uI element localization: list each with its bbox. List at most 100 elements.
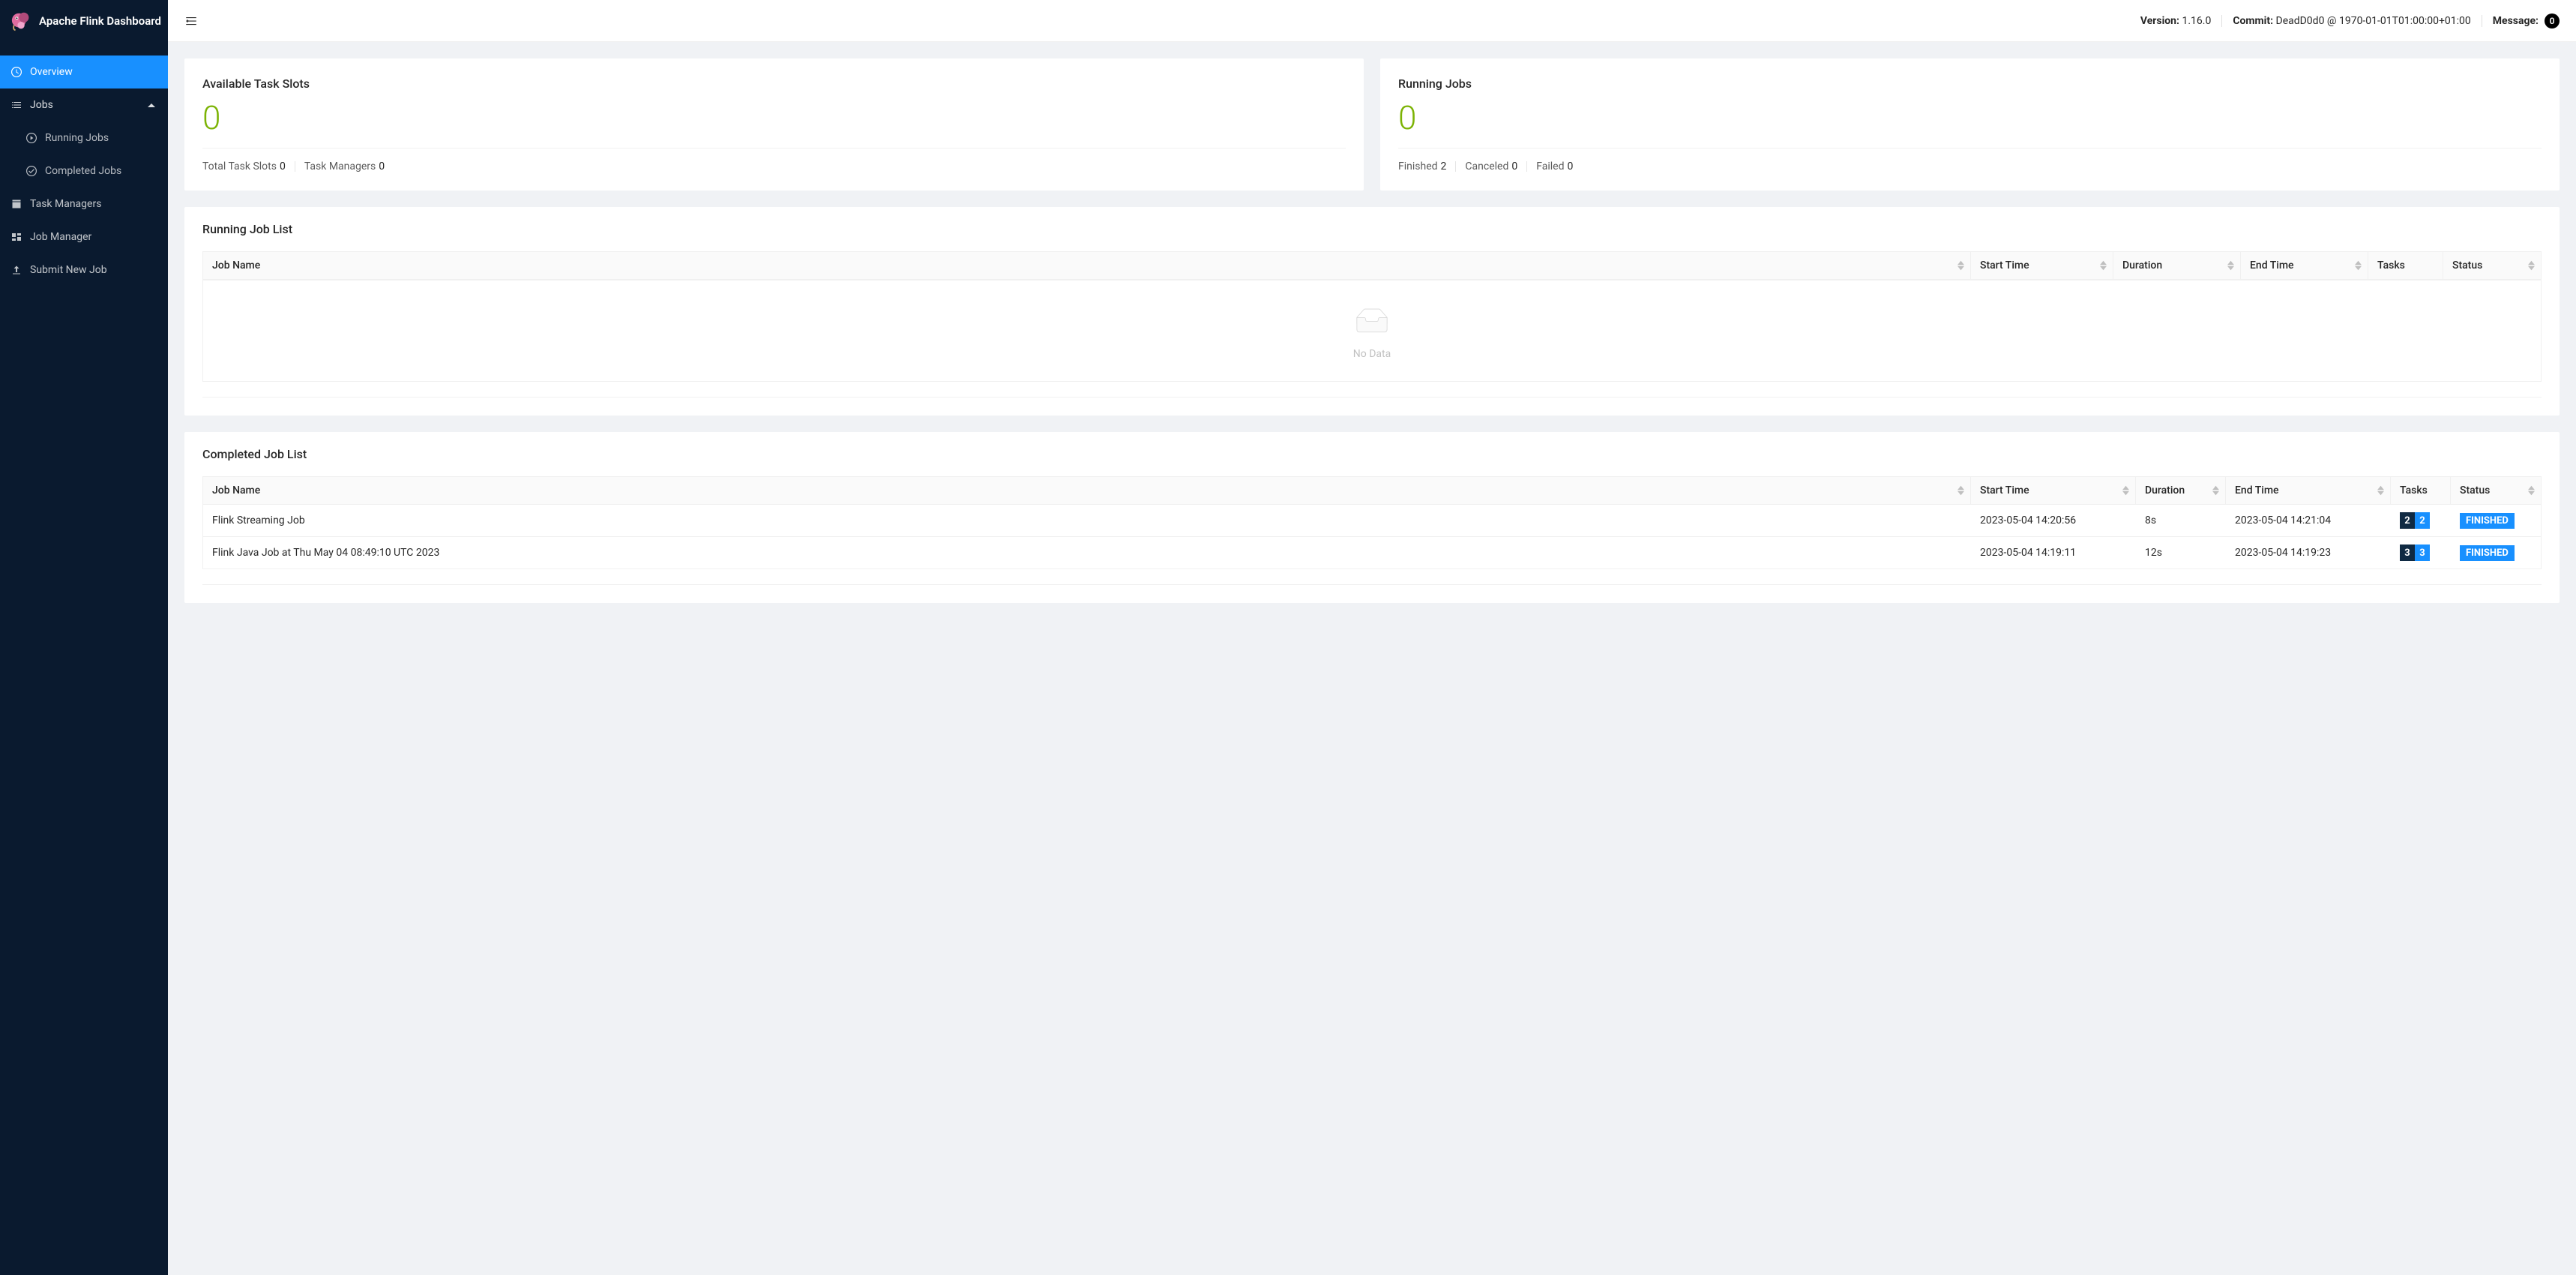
- sidebar-item-label: Job Manager: [30, 231, 91, 243]
- sort-icon: [2227, 261, 2234, 271]
- card-available-slots: Available Task Slots 0 Total Task Slots0…: [184, 58, 1364, 190]
- chevron-up-icon: [145, 99, 157, 111]
- cell-duration: 12s: [2136, 537, 2226, 568]
- cell-duration: 8s: [2136, 505, 2226, 537]
- sort-icon: [2377, 486, 2384, 496]
- task-badge-finished: 2: [2415, 512, 2430, 529]
- sidebar-item-label: Submit New Job: [30, 264, 107, 276]
- play-circle-icon: [25, 132, 37, 144]
- topbar-info: Version: 1.16.0 Commit: DeadD0d0 @ 1970-…: [2140, 14, 2560, 28]
- running-jobs-value: 0: [1398, 97, 2542, 148]
- upload-icon: [10, 264, 22, 276]
- task-managers-value: 0: [379, 160, 385, 172]
- panel-title: Running Job List: [184, 207, 2560, 244]
- cell-tasks: 3 3: [2391, 537, 2451, 568]
- col-duration[interactable]: Duration: [2113, 252, 2241, 280]
- dashboard-icon: [10, 66, 22, 78]
- schedule-icon: [10, 198, 22, 210]
- sidebar-item-task-managers[interactable]: Task Managers: [0, 188, 168, 220]
- sidebar-item-label: Completed Jobs: [45, 165, 121, 177]
- empty-text: No Data: [203, 348, 2541, 360]
- col-status[interactable]: Status: [2451, 477, 2541, 505]
- empty-box-icon: [1351, 308, 1393, 338]
- commit-value: DeadD0d0 @ 1970-01-01T01:00:00+01:00: [2276, 15, 2471, 27]
- cell-end-time: 2023-05-04 14:19:23: [2226, 537, 2391, 568]
- finished-value: 2: [1441, 160, 1447, 172]
- menu-fold-icon[interactable]: [184, 14, 198, 28]
- version-value: 1.16.0: [2182, 15, 2211, 27]
- card-title: Running Jobs: [1398, 76, 2542, 91]
- sidebar: Apache Flink Dashboard Overview Jobs: [0, 0, 168, 1275]
- build-icon: [10, 231, 22, 243]
- sidebar-item-label: Running Jobs: [45, 132, 109, 144]
- sidebar-item-label: Overview: [30, 66, 73, 78]
- sidebar-item-job-manager[interactable]: Job Manager: [0, 220, 168, 254]
- task-badges: 2 2: [2400, 512, 2430, 529]
- col-start-time[interactable]: Start Time: [1971, 477, 2136, 505]
- running-jobs-table: Job Name Start Time Duration End Time Ta…: [202, 251, 2542, 280]
- panel-running-job-list: Running Job List Job Name Start Time Dur…: [184, 207, 2560, 416]
- col-tasks[interactable]: Tasks: [2391, 477, 2451, 505]
- col-status[interactable]: Status: [2443, 252, 2541, 280]
- task-badge-total: 2: [2400, 512, 2415, 529]
- sort-icon: [1957, 261, 1964, 271]
- panel-completed-job-list: Completed Job List Job Name Start Time D…: [184, 432, 2560, 603]
- sidebar-item-jobs[interactable]: Jobs: [0, 88, 168, 122]
- check-circle-icon: [25, 165, 37, 177]
- task-managers-label: Task Managers: [304, 160, 376, 172]
- cell-status: FINISHED: [2451, 505, 2541, 537]
- table-row[interactable]: Flink Streaming Job 2023-05-04 14:20:56 …: [203, 505, 2541, 537]
- total-slots-value: 0: [280, 160, 286, 172]
- col-start-time[interactable]: Start Time: [1971, 252, 2113, 280]
- sort-icon: [2355, 261, 2362, 271]
- sort-icon: [2528, 486, 2535, 496]
- sidebar-item-running-jobs[interactable]: Running Jobs: [0, 122, 168, 154]
- app-title: Apache Flink Dashboard: [39, 14, 161, 28]
- cell-start-time: 2023-05-04 14:19:11: [1971, 537, 2136, 568]
- divider: [202, 584, 2542, 585]
- sidebar-header: Apache Flink Dashboard: [0, 0, 168, 42]
- card-title: Available Task Slots: [202, 76, 1346, 91]
- task-badges: 3 3: [2400, 544, 2430, 561]
- message-count-badge[interactable]: 0: [2545, 14, 2560, 28]
- cell-job-name: Flink Java Job at Thu May 04 08:49:10 UT…: [203, 537, 1971, 568]
- sort-icon: [2212, 486, 2219, 496]
- sidebar-menu: Overview Jobs Running: [0, 42, 168, 286]
- content: Available Task Slots 0 Total Task Slots0…: [168, 42, 2576, 1275]
- cell-job-name: Flink Streaming Job: [203, 505, 1971, 537]
- divider: [1455, 161, 1456, 172]
- table-row[interactable]: Flink Java Job at Thu May 04 08:49:10 UT…: [203, 537, 2541, 568]
- empty-state: No Data: [203, 280, 2541, 381]
- col-end-time[interactable]: End Time: [2241, 252, 2368, 280]
- col-job-name[interactable]: Job Name: [203, 252, 1971, 280]
- sidebar-submenu-jobs: Jobs Running Jobs Completed Job: [0, 88, 168, 188]
- cell-tasks: 2 2: [2391, 505, 2451, 537]
- divider: [2221, 15, 2222, 27]
- failed-label: Failed: [1536, 160, 1564, 172]
- sidebar-item-submit-new-job[interactable]: Submit New Job: [0, 254, 168, 286]
- canceled-value: 0: [1511, 160, 1517, 172]
- sidebar-item-label: Task Managers: [30, 198, 101, 210]
- panel-title: Completed Job List: [184, 432, 2560, 469]
- card-running-jobs: Running Jobs 0 Finished2 Canceled0 Faile…: [1380, 58, 2560, 190]
- col-duration[interactable]: Duration: [2136, 477, 2226, 505]
- cell-start-time: 2023-05-04 14:20:56: [1971, 505, 2136, 537]
- divider: [202, 397, 2542, 398]
- status-badge: FINISHED: [2460, 513, 2515, 529]
- task-badge-finished: 3: [2415, 544, 2430, 561]
- finished-label: Finished: [1398, 160, 1438, 172]
- flink-logo-icon: [10, 10, 33, 32]
- sort-icon: [2528, 261, 2535, 271]
- task-badge-total: 3: [2400, 544, 2415, 561]
- commit-label: Commit:: [2233, 15, 2273, 27]
- sidebar-item-completed-jobs[interactable]: Completed Jobs: [0, 154, 168, 188]
- cell-end-time: 2023-05-04 14:21:04: [2226, 505, 2391, 537]
- col-end-time[interactable]: End Time: [2226, 477, 2391, 505]
- cell-status: FINISHED: [2451, 537, 2541, 568]
- col-job-name[interactable]: Job Name: [203, 477, 1971, 505]
- sort-icon: [2122, 486, 2129, 496]
- message-label: Message:: [2493, 15, 2539, 27]
- col-tasks[interactable]: Tasks: [2368, 252, 2443, 280]
- sort-icon: [1957, 486, 1964, 496]
- sidebar-item-overview[interactable]: Overview: [0, 56, 168, 88]
